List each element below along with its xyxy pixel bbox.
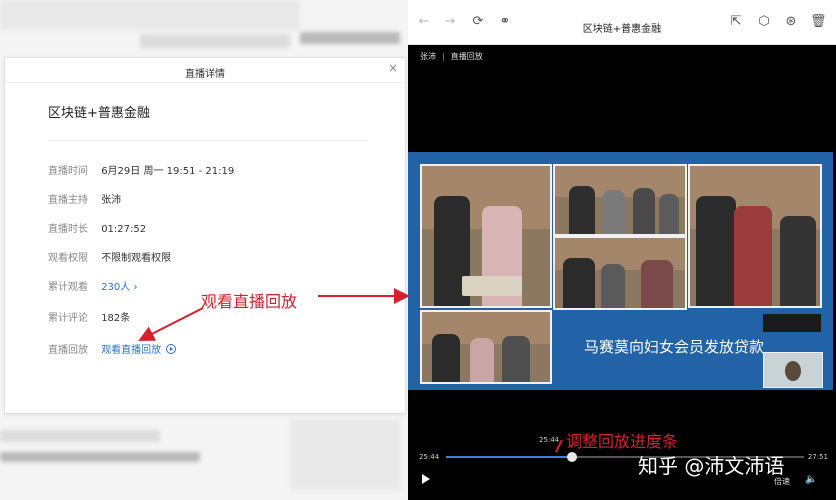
presenter-camera xyxy=(763,352,823,388)
row-label: 观看权限 xyxy=(48,253,88,264)
progress-fill xyxy=(446,456,573,458)
slide-photo xyxy=(553,164,687,236)
row-label: 累计观看 xyxy=(48,282,88,293)
time-tooltip: 25:44 xyxy=(539,436,560,444)
slide-caption: 马赛莫向妇女会员发放贷款 xyxy=(584,338,765,356)
blurred-text xyxy=(300,32,400,44)
play-circle-icon[interactable] xyxy=(166,344,177,354)
panel-title: 直播详情 xyxy=(185,69,225,80)
blurred-header xyxy=(0,0,300,30)
slide-photo xyxy=(688,164,822,308)
slide-photo xyxy=(420,164,552,308)
blurred-text xyxy=(0,452,200,462)
blurred-text xyxy=(140,34,290,48)
divider xyxy=(48,140,368,141)
channel-logo xyxy=(763,314,821,332)
slide-photo xyxy=(553,236,687,310)
annotation-watch-replay: 观看直播回放 xyxy=(201,292,298,311)
breadcrumb-section: 直播回放 xyxy=(450,52,483,61)
replay-browser-window: ← → ⟳ ⚭ 区块链+普惠金融 ⇱ ⬡ ⊛ 🗑 张沛 | 直播回放 马赛莫向妇… xyxy=(408,0,836,500)
current-time: 25:44 xyxy=(419,453,440,461)
trash-icon[interactable]: 🗑 xyxy=(810,14,827,30)
row-label: 直播时长 xyxy=(48,224,88,235)
pin-icon[interactable]: ⊛ xyxy=(783,14,799,30)
volume-icon[interactable]: 🔈 xyxy=(805,474,817,485)
row-label: 直播回放 xyxy=(48,345,88,356)
event-title: 区块链+普惠金融 xyxy=(48,106,150,121)
breadcrumb-host[interactable]: 张沛 xyxy=(420,52,436,61)
row-label: 直播时间 xyxy=(48,166,88,177)
total-time: 27:51 xyxy=(807,453,828,461)
annotation-adjust-progress: 调整回放进度条 xyxy=(566,432,679,451)
detail-row-host: 直播主持 张沛 xyxy=(48,194,121,208)
row-value: 01:27:52 xyxy=(101,224,147,235)
row-label: 直播主持 xyxy=(48,195,88,206)
play-button[interactable] xyxy=(422,474,430,484)
video-frame[interactable]: 马赛莫向妇女会员发放贷款 xyxy=(408,152,833,390)
progress-thumb[interactable] xyxy=(567,452,578,462)
breadcrumb: 张沛 | 直播回放 xyxy=(420,52,483,61)
blurred-text xyxy=(290,420,400,490)
blurred-text xyxy=(0,430,160,442)
detail-row-views: 累计观看 230人 › xyxy=(48,281,137,295)
live-detail-panel: 直播详情 × 区块链+普惠金融 直播时间 6月29日 周一 19:51 - 21… xyxy=(4,57,406,414)
row-value: 不限制观看权限 xyxy=(101,253,172,264)
divider xyxy=(5,82,405,83)
close-icon[interactable]: × xyxy=(388,61,398,75)
share-icon[interactable]: ⇱ xyxy=(728,14,744,30)
watch-replay-link[interactable]: 观看直播回放 xyxy=(101,345,161,356)
browser-toolbar: ← → ⟳ ⚭ 区块链+普惠金融 ⇱ ⬡ ⊛ 🗑 xyxy=(408,0,836,45)
box-icon[interactable]: ⬡ xyxy=(756,14,772,30)
watermark: 知乎 @沛文沛语 xyxy=(638,454,785,478)
views-link[interactable]: 230人 › xyxy=(101,282,137,293)
detail-row-permission: 观看权限 不限制观看权限 xyxy=(48,252,171,266)
row-label: 累计评论 xyxy=(48,313,88,324)
slide-photo xyxy=(420,310,552,384)
detail-row-comments: 累计评论 182条 xyxy=(48,312,130,326)
detail-row-duration: 直播时长 01:27:52 xyxy=(48,223,146,237)
row-value: 张沛 xyxy=(101,195,122,206)
detail-row-time: 直播时间 6月29日 周一 19:51 - 21:19 xyxy=(48,165,234,179)
detail-row-replay: 直播回放 观看直播回放 xyxy=(48,343,177,357)
row-value: 182条 xyxy=(101,313,131,324)
row-value: 6月29日 周一 19:51 - 21:19 xyxy=(101,166,235,177)
